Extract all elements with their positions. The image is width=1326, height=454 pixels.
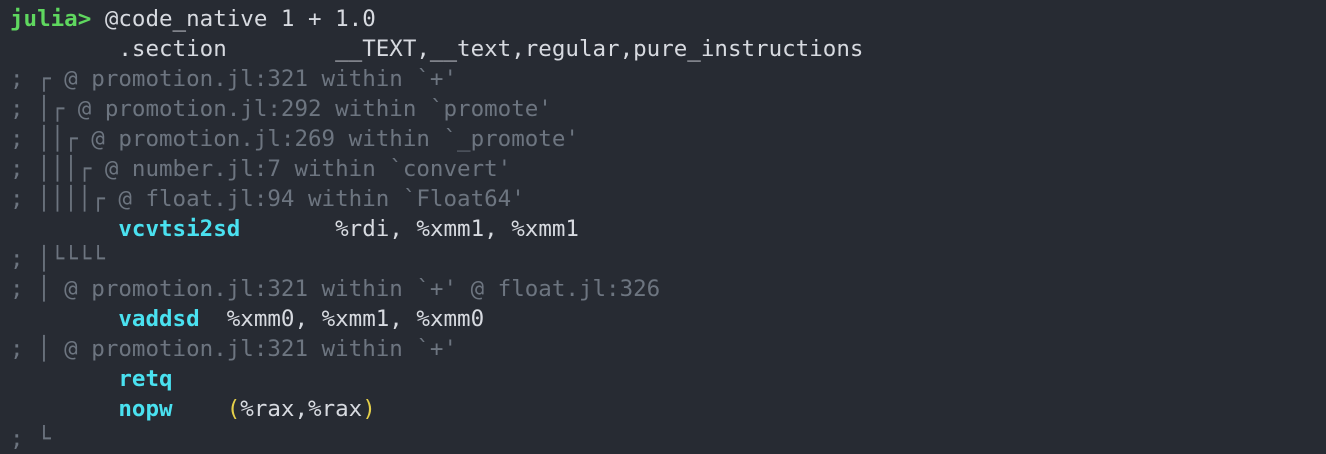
close-paren: ) [362,396,376,422]
debug-comment-line: ; │┌ @ promotion.jl:292 within `promote' [10,96,552,122]
instruction-line: retq [10,364,173,394]
open-paren: ( [226,396,241,422]
instruction-line: vcvtsi2sd %rdi, %xmm1, %xmm1 [10,214,579,244]
instruction-mnemonic: retq [118,366,173,392]
debug-comment-line: ; │ @ promotion.jl:321 within `+' @ floa… [10,276,661,302]
julia-prompt: julia> [10,6,92,32]
debug-comment-line: ; │└└└└ [10,246,105,272]
section-directive: .section __TEXT,__text,regular,pure_inst… [10,36,864,62]
instruction-operands: %rax,%rax [240,396,363,422]
instruction-operands: %xmm0, %xmm1, %xmm0 [226,306,485,332]
prompt-line: julia> @code_native 1 + 1.0 [10,4,376,34]
terminal-window[interactable]: julia> @code_native 1 + 1.0 .section __T… [0,0,1326,454]
instruction-mnemonic: vaddsd [118,306,200,332]
debug-comment-line: ; ┌ @ promotion.jl:321 within `+' [10,66,458,92]
debug-comment-line: ; ││┌ @ promotion.jl:269 within `_promot… [10,126,579,152]
instruction-mnemonic: vcvtsi2sd [118,216,241,242]
instruction-mnemonic: nopw [118,396,173,422]
instruction-line: nopw (%rax,%rax) [10,394,376,424]
debug-comment-line: ; │ @ promotion.jl:321 within `+' [10,336,458,362]
debug-comment-line: ; │││┌ @ number.jl:7 within `convert' [10,156,512,182]
debug-comment-line: ; └ [10,426,51,452]
instruction-line: vaddsd %xmm0, %xmm1, %xmm0 [10,304,484,334]
command-input[interactable]: @code_native 1 + 1.0 [91,6,376,32]
instruction-operands: %rdi, %xmm1, %xmm1 [335,216,579,242]
debug-comment-line: ; ││││┌ @ float.jl:94 within `Float64' [10,186,525,212]
